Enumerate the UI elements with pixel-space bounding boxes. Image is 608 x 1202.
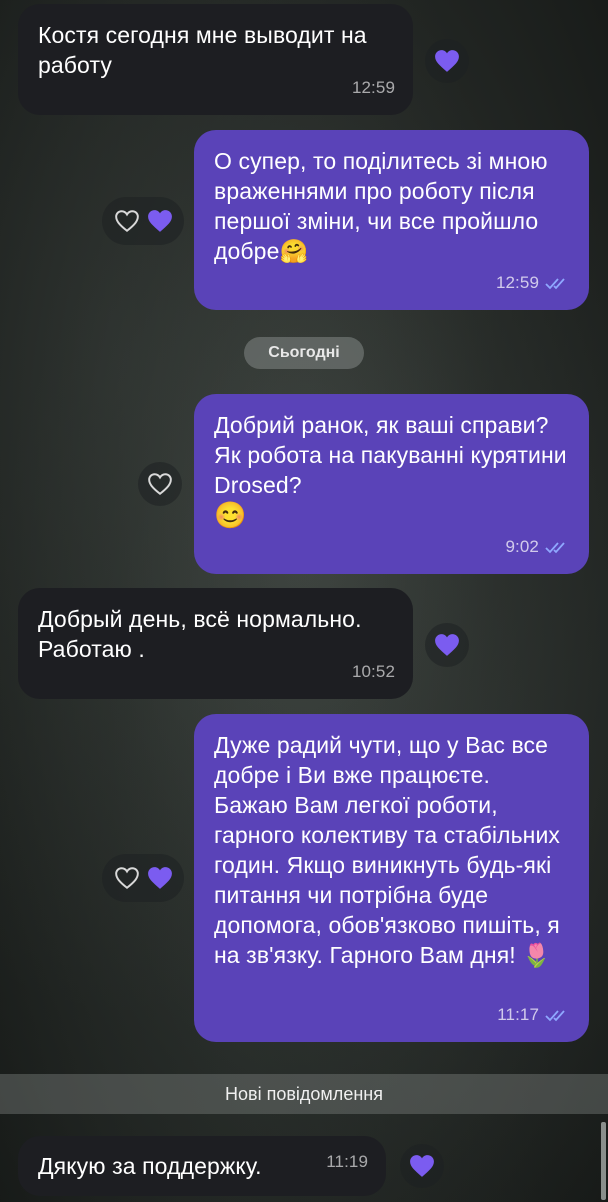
double-check-icon <box>545 542 565 554</box>
message-text: Добрый день, всё нормально. Работаю . <box>38 606 362 662</box>
heart-filled-icon <box>435 50 459 72</box>
message-time: 10:52 <box>351 662 395 681</box>
heart-filled-icon[interactable] <box>147 866 173 890</box>
message-time: 12:59 <box>495 273 539 292</box>
message-emoji: 😊 <box>214 500 247 530</box>
message-text: Добрий ранок, як ваші справи? Як робота … <box>214 412 567 498</box>
message-meta: 12:59 <box>352 73 395 103</box>
heart-outline-icon[interactable] <box>114 866 140 890</box>
message-text: Дуже радий чути, що у Вас все добре і Ви… <box>214 732 561 968</box>
reaction-heart-button[interactable] <box>138 462 182 506</box>
message-incoming[interactable]: Дякую за поддержку. 11:19 <box>18 1136 386 1196</box>
heart-outline-icon <box>148 473 172 495</box>
message-text: Дякую за поддержку. <box>38 1153 262 1179</box>
message-meta: 9:02 <box>506 532 572 562</box>
new-messages-divider: Нові повідомлення <box>0 1074 608 1114</box>
message-text: Костя сегодня мне выводит на работу <box>38 22 367 78</box>
double-check-icon <box>545 278 565 290</box>
reaction-heart-button[interactable] <box>425 39 469 83</box>
heart-filled-icon[interactable] <box>147 209 173 233</box>
scrollbar[interactable] <box>601 1122 606 1200</box>
reaction-pill[interactable] <box>102 854 184 902</box>
double-check-icon <box>545 1010 565 1022</box>
date-divider: Сьогодні <box>244 337 364 369</box>
reaction-pill[interactable] <box>102 197 184 245</box>
message-meta: 12:59 <box>496 268 571 298</box>
message-text: О супер, то поділитесь зі мною враженням… <box>214 148 548 264</box>
message-meta: 11:19 <box>326 1147 368 1177</box>
message-time: 11:19 <box>326 1152 368 1171</box>
message-outgoing[interactable]: Дуже радий чути, що у Вас все добре і Ви… <box>194 714 589 1042</box>
message-time: 11:17 <box>497 1005 539 1024</box>
reaction-heart-button[interactable] <box>400 1144 444 1188</box>
heart-filled-icon <box>435 634 459 656</box>
message-time: 9:02 <box>505 537 539 556</box>
heart-filled-icon <box>410 1155 434 1177</box>
message-outgoing[interactable]: О супер, то поділитесь зі мною враженням… <box>194 130 589 310</box>
message-meta: 11:17 <box>497 1000 571 1030</box>
reaction-heart-button[interactable] <box>425 623 469 667</box>
message-time: 12:59 <box>351 78 395 97</box>
message-incoming[interactable]: Добрый день, всё нормально. Работаю . 10… <box>18 588 413 699</box>
message-outgoing[interactable]: Добрий ранок, як ваші справи? Як робота … <box>194 394 589 574</box>
message-incoming[interactable]: Костя сегодня мне выводит на работу 12:5… <box>18 4 413 115</box>
message-meta: 10:52 <box>352 657 395 687</box>
heart-outline-icon[interactable] <box>114 209 140 233</box>
